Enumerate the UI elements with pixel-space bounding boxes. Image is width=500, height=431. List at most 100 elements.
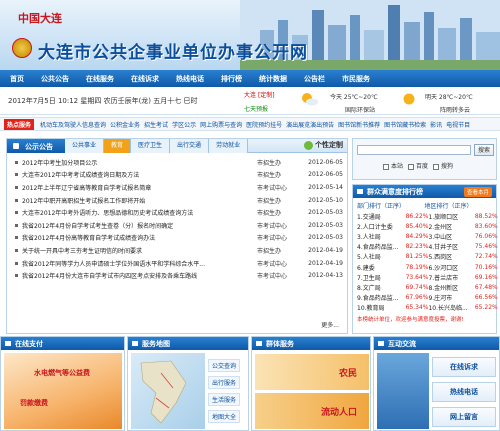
search-option-site[interactable]: 本站	[383, 161, 403, 170]
news-title[interactable]: 关于统一开具中考三夯考生证明信的时间要求	[22, 246, 257, 255]
list-item[interactable]: 2012年上半年辽宁省高等教育自学考试报名简章 市考试中心 2012-05-14	[15, 181, 343, 194]
tab-public-affairs[interactable]: 公共事业	[65, 138, 105, 153]
nav-item-home[interactable]: 首页	[10, 74, 24, 84]
ranking-row[interactable]: 7.普兰店市 69.16%	[428, 272, 497, 282]
tab-transport[interactable]: 出行交通	[170, 138, 210, 153]
news-title[interactable]: 2012年上半年辽宁省高等教育自学考试报名简章	[22, 183, 257, 192]
news-title[interactable]: 我省2012年4月份自学考试考生查卷（分）报名时间确定	[22, 221, 257, 230]
migrant-banner[interactable]: 流动人口	[255, 393, 369, 429]
news-title[interactable]: 大连市2012年中考考试成绩查询日期及方法	[22, 170, 257, 179]
personalize-link[interactable]: 个性定制	[304, 140, 343, 150]
hot-link[interactable]: 图书馆新书推荐	[338, 120, 380, 129]
list-item[interactable]: 大连市2012年中考考试成绩查询日期及方法 市招生办 2012-06-05	[15, 169, 343, 182]
hot-link[interactable]: 网上购票与查询	[200, 120, 242, 129]
search-input[interactable]	[357, 145, 471, 155]
main-nav: 首页 公共公告 在线服务 在线诉求 热线电话 排行榜 统计数据 公告栏 市民服务	[0, 70, 500, 87]
news-title[interactable]: 大连市2012年中考外语听力、思想品德和历史考试成绩查询方法	[22, 208, 257, 217]
dept-ranking-label[interactable]: 部门排行（正序）	[357, 201, 425, 210]
ranking-row[interactable]: 10.长兴岛临... 65.22%	[428, 303, 497, 313]
district-ranking-label[interactable]: 地区排行（正序）	[425, 201, 493, 210]
news-title[interactable]: 我省2012年同等学力人员申请硕士学位外国语水平和学科综合水平...	[22, 259, 257, 268]
ranking-row[interactable]: 3.人社局 84.29%	[357, 231, 428, 241]
bullet-icon	[15, 198, 18, 202]
map-travel-service[interactable]: 出行服务	[208, 376, 241, 389]
search-option-baidu[interactable]: 百度	[408, 161, 428, 170]
ranking-row[interactable]: 9.食品药品监... 67.96%	[357, 293, 428, 303]
farmer-banner[interactable]: 农民	[255, 354, 369, 390]
hot-link[interactable]: 影讯	[430, 120, 442, 129]
list-item[interactable]: 我省2012年4月份大连市自学考试市内四区考点安排及各乘车路线 市考试中心 2012…	[15, 269, 343, 282]
news-source: 市招生办	[257, 210, 282, 218]
view-month-button[interactable]: 查看本月	[463, 187, 492, 197]
ranking-row[interactable]: 8.文广局 69.74%	[357, 282, 428, 292]
ranking-row[interactable]: 5.人社局 81.25%	[357, 252, 428, 262]
hot-link[interactable]: 公积金业务	[110, 120, 140, 129]
ranking-row[interactable]: 4.食品药品监... 82.23%	[357, 242, 428, 252]
list-item[interactable]: 我省2012年同等学力人员申请硕士学位外国语水平和学科综合水平... 市考试中心 2…	[15, 257, 343, 270]
nav-item-online-service[interactable]: 在线服务	[86, 74, 114, 84]
ranking-row[interactable]: 2.人口计生委 85.40%	[357, 221, 428, 231]
map-all[interactable]: 地图大全	[208, 410, 241, 423]
search-option-sogou[interactable]: 搜狗	[433, 161, 453, 170]
ranking-row[interactable]: 6.沙河口区 70.16%	[428, 262, 497, 272]
announcements-panel: 公示公告 公共事业 教育 医疗卫生 出行交通 劳动就业 个性定制 2012年中考…	[6, 138, 348, 334]
hot-link[interactable]: 演出展览演出预告	[286, 120, 334, 129]
ranking-row[interactable]: 7.卫生局 73.64%	[357, 272, 428, 282]
search-button[interactable]: 搜索	[474, 144, 494, 156]
nav-item-ranking[interactable]: 排行榜	[221, 74, 242, 84]
hot-services-bar: 热点服务 机动车及驾驶人信息查询 公积金业务 招生考试 学区公示 网上购票与查询…	[0, 117, 500, 131]
news-title[interactable]: 我省2012年4月份大连市自学考试市内四区考点安排及各乘车路线	[22, 271, 257, 280]
map-bus-query[interactable]: 公交查询	[208, 359, 241, 372]
ranking-name: 3.人社局	[357, 233, 381, 241]
nav-item-online-appeal[interactable]: 在线诉求	[131, 74, 159, 84]
hot-link[interactable]: 招生考试	[144, 120, 168, 129]
nav-item-statistics[interactable]: 统计数据	[259, 74, 287, 84]
ranking-row[interactable]: 5.西岗区 72.74%	[428, 252, 497, 262]
news-title[interactable]: 我省2012年4月份高等教育自学考试成绩查询办法	[22, 233, 257, 242]
tab-health[interactable]: 医疗卫生	[131, 138, 171, 153]
nav-item-bulletin[interactable]: 公告栏	[304, 74, 325, 84]
migrant-label: 流动人口	[320, 408, 357, 418]
hot-link[interactable]: 医院预约挂号	[246, 120, 282, 129]
list-item[interactable]: 我省2012年4月份自学考试考生查卷（分）报名时间确定 市考试中心 2012-05-…	[15, 219, 343, 232]
tab-employment[interactable]: 劳动就业	[209, 138, 249, 153]
ranking-name: 3.中山区	[428, 233, 453, 241]
bottom-sections: 在线支付 水电燃气等公益费 罚款缴费 服务地图 公交查询 出行服务 生活服务 地…	[0, 336, 500, 431]
list-item[interactable]: 大连市2012年中考外语听力、思想品德和历史考试成绩查询方法 市招生办 2012-0…	[15, 206, 343, 219]
ranking-row[interactable]: 3.中山区 76.06%	[428, 231, 497, 241]
nav-item-citizen-service[interactable]: 市民服务	[342, 74, 370, 84]
hot-link[interactable]: 学区公示	[172, 120, 196, 129]
ranking-row[interactable]: 10.教育局 65.34%	[357, 303, 428, 313]
online-appeal-button[interactable]: 在线诉求	[432, 357, 496, 377]
message-button[interactable]: 网上留言	[432, 407, 496, 427]
more-link[interactable]: 更多...	[321, 320, 339, 329]
online-pay-banner[interactable]: 水电燃气等公益费 罚款缴费	[4, 353, 122, 429]
news-date: 2012-05-14	[308, 183, 343, 191]
list-item[interactable]: 关于统一开具中考三夯考生证明信的时间要求 市招生办 2012-04-19	[15, 244, 343, 257]
hotline-button[interactable]: 热线电话	[432, 382, 496, 402]
ranking-row[interactable]: 8.金州新区 67.48%	[428, 282, 497, 292]
news-date: 2012-04-13	[308, 272, 343, 280]
ranking-row[interactable]: 1.交通局 86.22%	[357, 211, 428, 221]
list-item[interactable]: 我省2012年4月份高等教育自学考试成绩查询办法 市考试中心 2012-05-03	[15, 232, 343, 245]
ranking-row[interactable]: 1.旅顺口区 88.52%	[428, 211, 497, 221]
forecast-link[interactable]: 七天预报	[244, 104, 268, 113]
hot-link[interactable]: 图书馆藏书检索	[384, 120, 426, 129]
list-item[interactable]: 2012年中考生加分项目公示 市招生办 2012-06-05	[15, 156, 343, 169]
ranking-row[interactable]: 2.金州区 83.60%	[428, 221, 497, 231]
ranking-row[interactable]: 4.甘井子区 75.46%	[428, 242, 497, 252]
news-title[interactable]: 2012年中职开高职招生考试报名工作即将开始	[22, 196, 257, 205]
pay-fines-label: 罚款缴费	[20, 399, 48, 407]
nav-item-announcements[interactable]: 公共公告	[41, 74, 69, 84]
hot-link[interactable]: 电视节目	[446, 120, 470, 129]
ranking-row[interactable]: 9.庄河市 66.56%	[428, 293, 497, 303]
nav-item-hotline[interactable]: 热线电话	[176, 74, 204, 84]
tab-education[interactable]: 教育	[104, 138, 132, 153]
map-life-service[interactable]: 生活服务	[208, 393, 241, 406]
weather-customize-link[interactable]: [定制]	[258, 92, 275, 99]
hot-link[interactable]: 机动车及驾驶人信息查询	[40, 120, 106, 129]
ranking-row[interactable]: 6.建委 78.19%	[357, 262, 428, 272]
list-item[interactable]: 2012年中职开高职招生考试报名工作即将开始 市招生办 2012-05-10	[15, 194, 343, 207]
map-thumbnail[interactable]	[131, 353, 205, 429]
news-title[interactable]: 2012年中考生加分项目公示	[22, 158, 257, 167]
